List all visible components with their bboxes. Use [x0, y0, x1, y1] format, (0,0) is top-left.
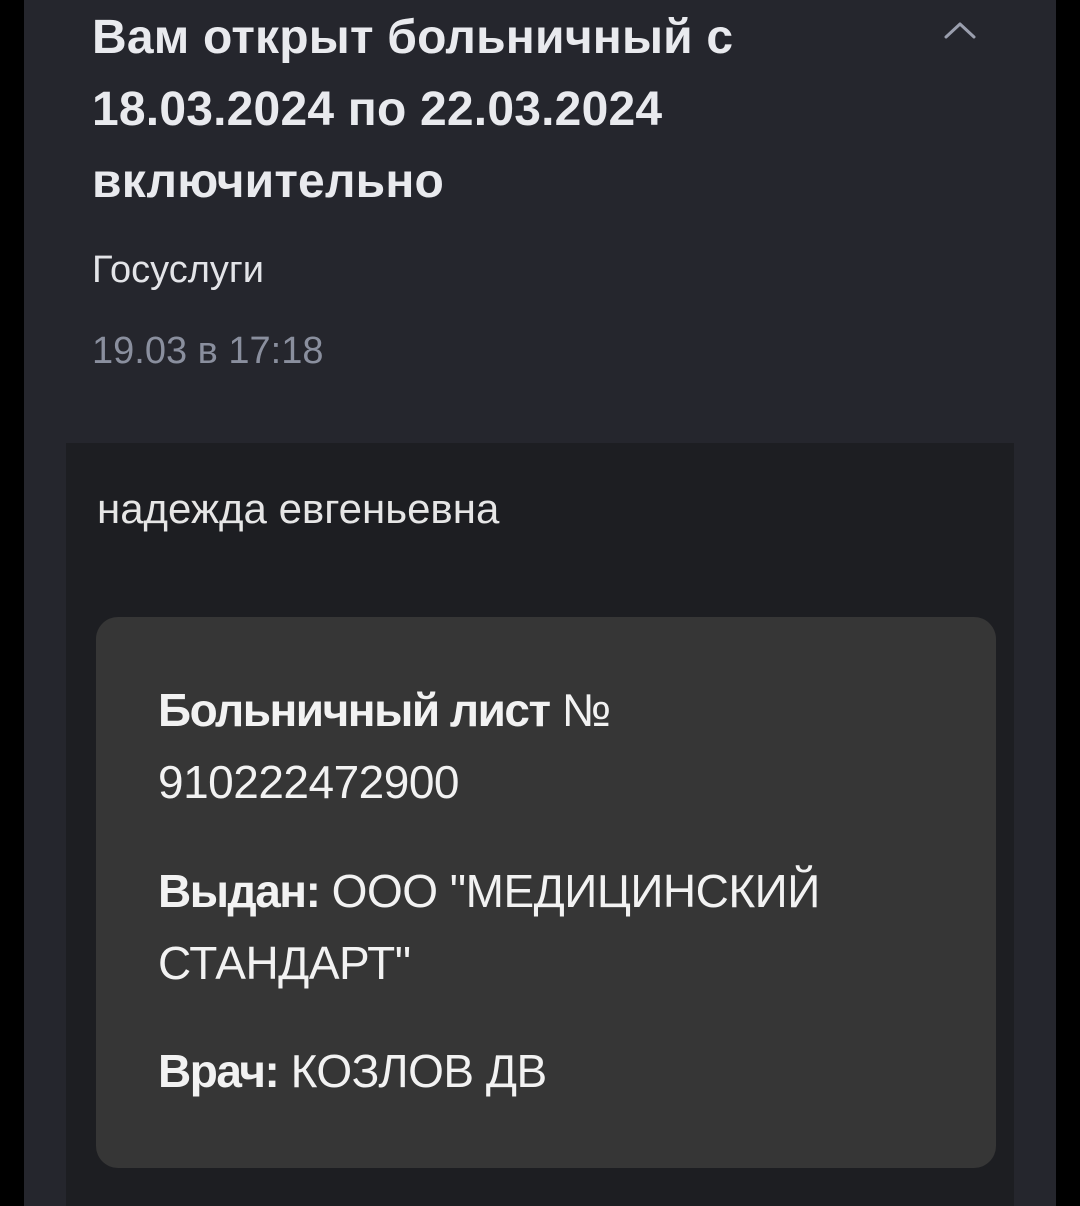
sick-leave-number: Больничный лист № 910222472900: [158, 674, 918, 818]
message-datetime: 19.03 в 17:18: [92, 330, 324, 372]
issued-by: Выдан: ООО "МЕДИЦИНСКИЙ СТАНДАРТ": [158, 855, 918, 999]
doctor-value: КОЗЛОВ ДВ: [290, 1045, 548, 1097]
greeting-text: надежда евгеньевна: [97, 485, 500, 532]
message-sender: Госуслуги: [92, 249, 265, 291]
chevron-up-icon: [944, 22, 976, 39]
collapse-button[interactable]: [930, 4, 990, 56]
issued-label: Выдан:: [158, 865, 321, 917]
sick-leave-label: Больничный лист: [158, 684, 551, 736]
doctor-label: Врач:: [158, 1045, 280, 1097]
message-title: Вам открыт больничный с 18.03.2024 по 22…: [92, 11, 734, 208]
doctor: Врач: КОЗЛОВ ДВ: [158, 1035, 918, 1107]
